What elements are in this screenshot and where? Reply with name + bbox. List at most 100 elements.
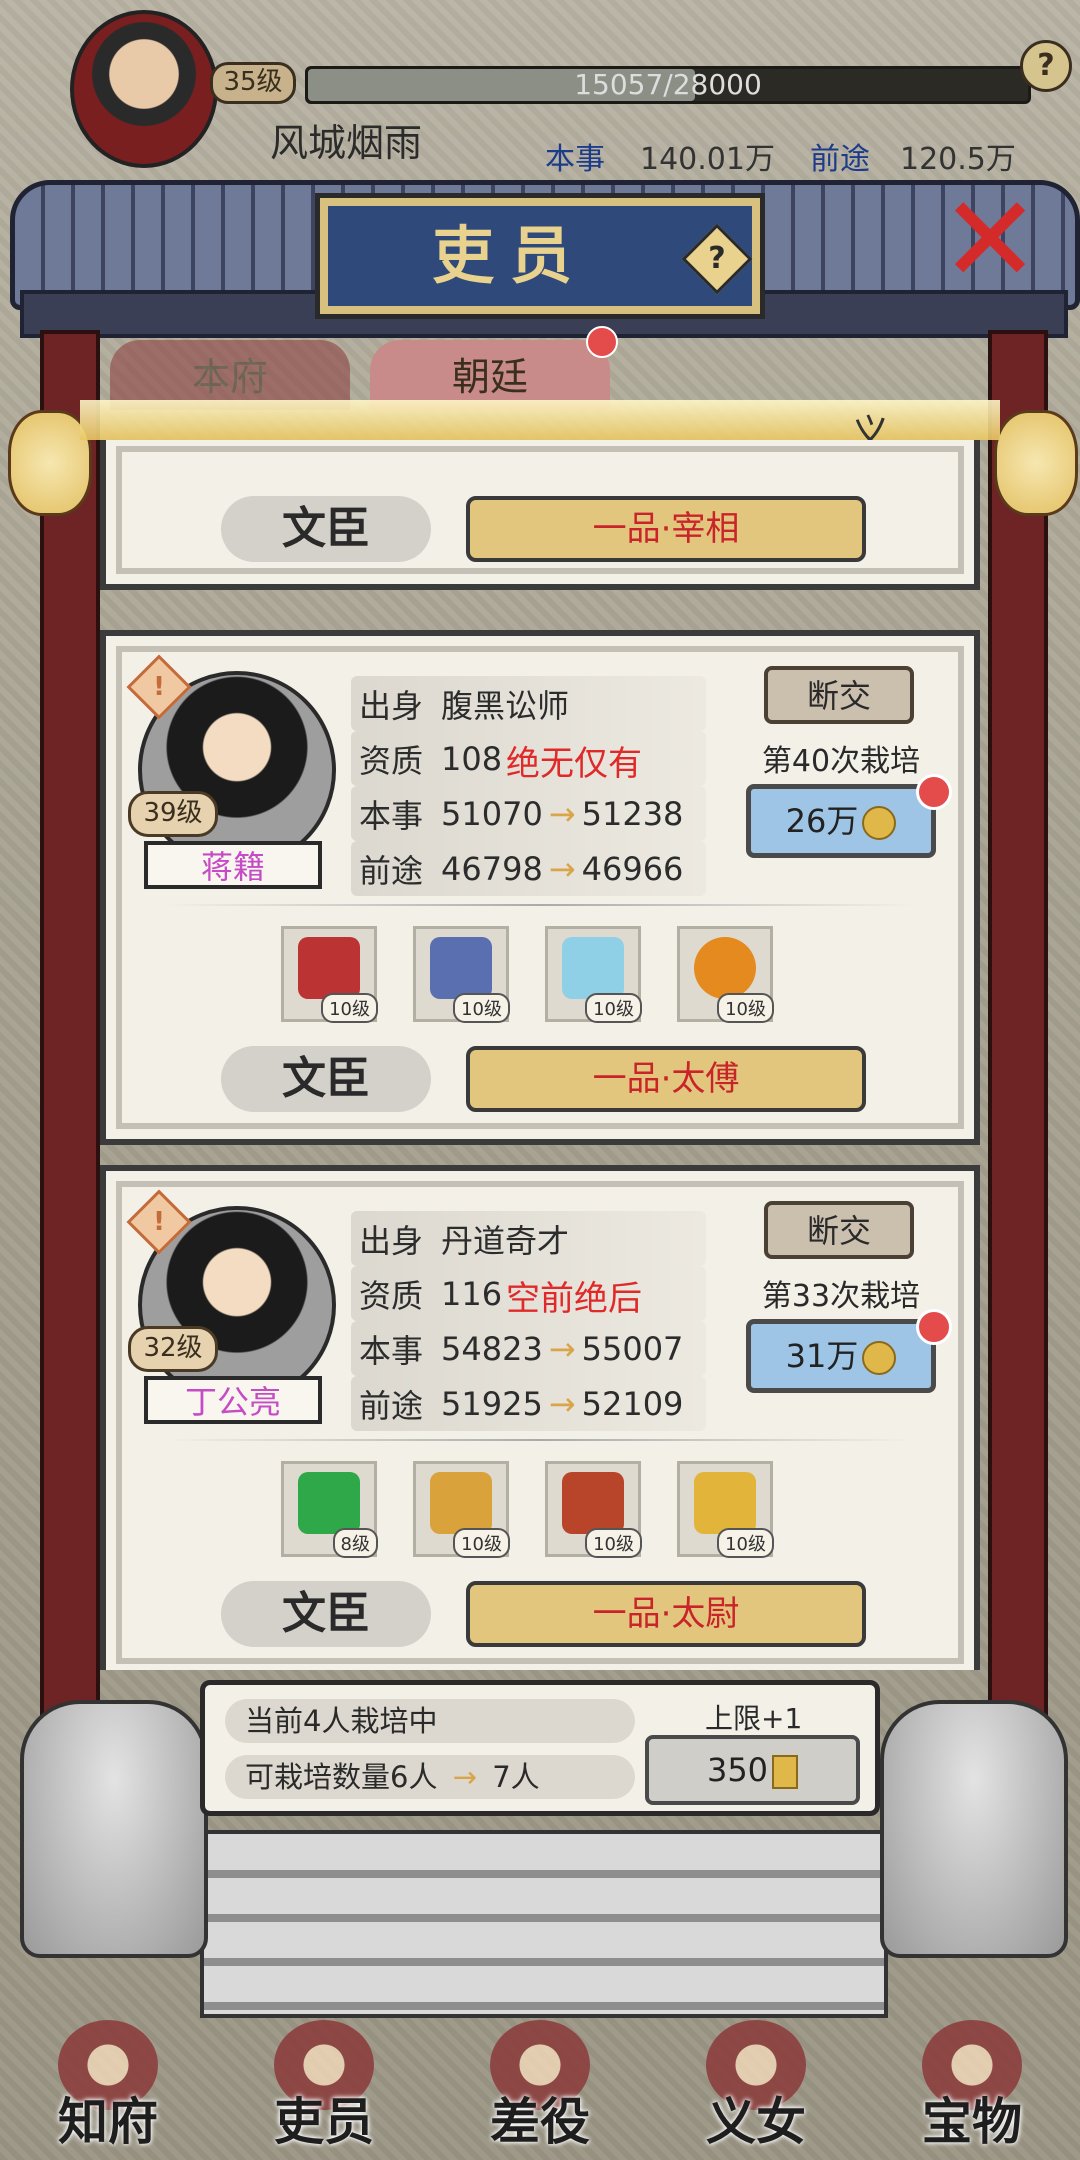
item-slot[interactable]: 10级 bbox=[677, 926, 774, 1023]
skill-label: 本事 bbox=[359, 796, 424, 835]
title-plaque: 吏员 ? bbox=[315, 193, 765, 319]
sword-icon bbox=[298, 937, 360, 999]
stone-lion-right bbox=[880, 1700, 1068, 1958]
nav-label: 吏员 bbox=[274, 2092, 374, 2151]
item-level: 10级 bbox=[585, 1528, 642, 1558]
item-slot[interactable]: 10级 bbox=[677, 1461, 774, 1558]
exp-bar: 15057/28000 bbox=[305, 66, 1031, 104]
title-help-icon[interactable]: ? bbox=[681, 223, 753, 295]
bowl-icon bbox=[562, 937, 624, 999]
bottom-nav: 知府 吏员 差役 义女 宝物 bbox=[0, 2020, 1080, 2160]
cap-cost: 350 bbox=[706, 1751, 769, 1789]
arrow-icon: → bbox=[548, 1384, 576, 1423]
current-cultivating: 当前4人栽培中 bbox=[225, 1699, 635, 1743]
nav-prefect[interactable]: 知府 bbox=[8, 2020, 208, 2160]
orb-icon bbox=[694, 937, 756, 999]
future-from: 51925 bbox=[441, 1384, 543, 1423]
coin-icon bbox=[862, 806, 897, 840]
quality-label: 资质 bbox=[359, 741, 424, 780]
stone-lion-left bbox=[20, 1700, 208, 1958]
item-slot[interactable]: 8级 bbox=[281, 1461, 378, 1558]
nav-runners[interactable]: 差役 bbox=[440, 2020, 640, 2160]
increase-cap-button[interactable]: 350 bbox=[645, 1735, 860, 1805]
sword-icon bbox=[562, 1472, 624, 1534]
cultivate-cost: 26万 bbox=[785, 802, 859, 840]
capacity-next: 7人 bbox=[492, 1760, 540, 1794]
nav-label: 知府 bbox=[58, 2092, 158, 2151]
left-pillar bbox=[40, 330, 100, 1788]
divider bbox=[166, 1439, 914, 1441]
robe-icon bbox=[694, 1472, 756, 1534]
cultivate-button[interactable]: 31万 bbox=[746, 1319, 936, 1393]
item-slot[interactable]: 10级 bbox=[545, 1461, 642, 1558]
item-row: 10级 10级 10级 10级 bbox=[281, 926, 774, 1023]
capacity-text: 可栽培数量6人 bbox=[245, 1760, 438, 1794]
future-row: 前途 51925 → 52109 bbox=[351, 1376, 706, 1431]
nav-label: 宝物 bbox=[922, 2092, 1022, 2151]
official-list[interactable]: 文臣 一品·宰相 ! 39级 蒋籍 出身 腹黑讼师 资质 108 本事 5107… bbox=[100, 440, 980, 1670]
future-label: 前途 bbox=[359, 1386, 424, 1425]
capacity-line: 可栽培数量6人 → 7人 bbox=[225, 1755, 635, 1799]
quality-label: 资质 bbox=[359, 1276, 424, 1315]
stairs bbox=[200, 1830, 888, 2018]
rank-button[interactable]: 一品·太尉 bbox=[466, 1581, 866, 1647]
skill-to: 55007 bbox=[581, 1329, 684, 1368]
future-row: 前途 46798 → 46966 bbox=[351, 841, 706, 896]
arrow-icon: → bbox=[548, 1329, 576, 1368]
nav-treasures[interactable]: 宝物 bbox=[872, 2020, 1072, 2160]
nav-label: 义女 bbox=[706, 2092, 806, 2151]
cultivate-button[interactable]: 26万 bbox=[746, 784, 936, 858]
right-pillar bbox=[988, 330, 1048, 1788]
official-level: 32级 bbox=[128, 1326, 218, 1372]
tab-notification-dot bbox=[586, 326, 618, 358]
future-to: 46966 bbox=[581, 849, 684, 888]
future-from: 46798 bbox=[441, 849, 543, 888]
lantern-right bbox=[994, 410, 1078, 516]
arrow-icon: → bbox=[452, 1760, 477, 1794]
skill-label: 本事 bbox=[359, 1331, 424, 1370]
official-name: 蒋籍 bbox=[144, 841, 322, 889]
item-level: 10级 bbox=[453, 1528, 510, 1558]
item-slot[interactable]: 10级 bbox=[545, 926, 642, 1023]
close-button[interactable]: ✕ bbox=[930, 181, 1050, 301]
notification-dot bbox=[916, 1309, 952, 1345]
category-pill: 文臣 bbox=[221, 496, 431, 562]
cultivate-count: 第33次栽培 bbox=[761, 1279, 921, 1314]
origin-label: 出身 bbox=[359, 1221, 424, 1260]
robe-icon bbox=[430, 937, 492, 999]
item-slot[interactable]: 10级 bbox=[413, 926, 510, 1023]
future-label: 前途 bbox=[359, 851, 424, 890]
origin-value: 腹黑讼师 bbox=[441, 686, 570, 725]
cultivate-count: 第40次栽培 bbox=[761, 744, 921, 779]
item-level: 8级 bbox=[332, 1528, 378, 1558]
arrow-icon: → bbox=[548, 794, 576, 833]
help-icon[interactable]: ? bbox=[1020, 40, 1072, 92]
break-button[interactable]: 断交 bbox=[764, 1201, 914, 1259]
coin-icon bbox=[862, 1341, 897, 1375]
nav-clerks[interactable]: 吏员 bbox=[224, 2020, 424, 2160]
exp-text: 15057/28000 bbox=[574, 68, 762, 101]
lamp-icon bbox=[430, 1472, 492, 1534]
break-button[interactable]: 断交 bbox=[764, 666, 914, 724]
category-pill: 文臣 bbox=[221, 1046, 431, 1112]
item-level: 10级 bbox=[717, 993, 774, 1023]
quality-trait: 空前绝后 bbox=[506, 1279, 642, 1319]
nav-daughters[interactable]: 义女 bbox=[656, 2020, 856, 2160]
item-level: 10级 bbox=[453, 993, 510, 1023]
item-slot[interactable]: 10级 bbox=[281, 926, 378, 1023]
item-row: 8级 10级 10级 10级 bbox=[281, 1461, 774, 1558]
skill-from: 51070 bbox=[441, 794, 543, 833]
item-level: 10级 bbox=[717, 1528, 774, 1558]
official-card: ! 39级 蒋籍 出身 腹黑讼师 资质 108 本事 51070 → 51238… bbox=[100, 630, 980, 1145]
player-level: 35级 bbox=[210, 62, 296, 104]
category-pill: 文臣 bbox=[221, 1581, 431, 1647]
divider bbox=[166, 904, 914, 906]
item-slot[interactable]: 10级 bbox=[413, 1461, 510, 1558]
arrow-icon: → bbox=[548, 849, 576, 888]
item-level: 10级 bbox=[321, 993, 378, 1023]
official-name: 丁公亮 bbox=[144, 1376, 322, 1424]
rank-button[interactable]: 一品·太傅 bbox=[466, 1046, 866, 1112]
rank-button[interactable]: 一品·宰相 bbox=[466, 496, 866, 562]
jade-icon bbox=[298, 1472, 360, 1534]
official-card: ! 32级 丁公亮 出身 丹道奇才 资质 116 本事 54823 → 5500… bbox=[100, 1165, 980, 1670]
